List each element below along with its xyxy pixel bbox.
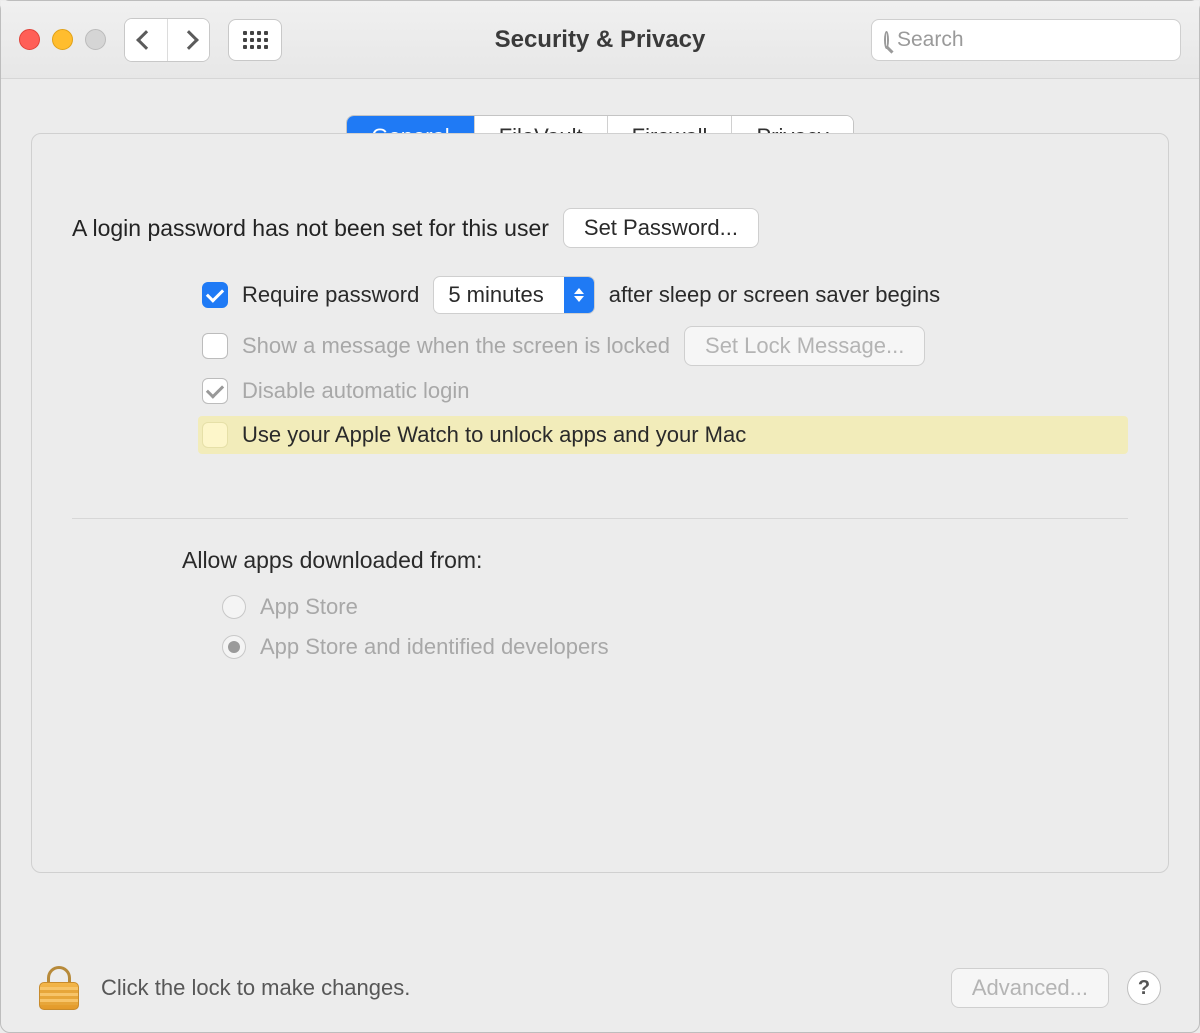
require-password-delay-value: 5 minutes bbox=[434, 282, 563, 308]
show-lock-message-checkbox bbox=[202, 333, 228, 359]
apple-watch-unlock-row: Use your Apple Watch to unlock apps and … bbox=[198, 416, 1128, 454]
require-password-label: Require password bbox=[242, 282, 419, 308]
chevron-right-icon bbox=[179, 30, 199, 50]
forward-button[interactable] bbox=[167, 19, 209, 61]
require-password-delay-select[interactable]: 5 minutes bbox=[433, 276, 594, 314]
chevron-left-icon bbox=[136, 30, 156, 50]
search-input[interactable] bbox=[897, 28, 1168, 52]
disable-auto-login-checkbox bbox=[202, 378, 228, 404]
lock-button[interactable] bbox=[39, 966, 79, 1010]
allow-apps-title: Allow apps downloaded from: bbox=[182, 547, 1128, 574]
help-button[interactable]: ? bbox=[1127, 971, 1161, 1005]
minimize-window-button[interactable] bbox=[52, 29, 73, 50]
nav-buttons bbox=[124, 18, 210, 62]
require-password-suffix: after sleep or screen saver begins bbox=[609, 282, 940, 308]
radio-identified bbox=[222, 635, 246, 659]
allow-apps-radio-group: App Store App Store and identified devel… bbox=[222, 594, 1128, 660]
select-stepper-icon bbox=[564, 277, 594, 313]
advanced-button[interactable]: Advanced... bbox=[951, 968, 1109, 1008]
show-lock-message-label: Show a message when the screen is locked bbox=[242, 333, 670, 359]
apps-grid-icon bbox=[243, 31, 268, 49]
show-lock-message-row: Show a message when the screen is locked… bbox=[202, 326, 1128, 366]
toolbar-search[interactable] bbox=[871, 19, 1181, 61]
allow-apps-option-appstore: App Store bbox=[222, 594, 1128, 620]
apple-watch-unlock-label: Use your Apple Watch to unlock apps and … bbox=[242, 422, 746, 448]
back-button[interactable] bbox=[125, 19, 167, 61]
zoom-window-button bbox=[85, 29, 106, 50]
general-pane: A login password has not been set for th… bbox=[31, 133, 1169, 873]
section-divider bbox=[72, 518, 1128, 519]
apple-watch-unlock-checkbox[interactable] bbox=[202, 422, 228, 448]
allow-apps-option-identified: App Store and identified developers bbox=[222, 634, 1128, 660]
radio-appstore bbox=[222, 595, 246, 619]
login-password-msg: A login password has not been set for th… bbox=[72, 215, 549, 242]
disable-auto-login-label: Disable automatic login bbox=[242, 378, 469, 404]
footer: Click the lock to make changes. Advanced… bbox=[39, 966, 1161, 1010]
login-password-row: A login password has not been set for th… bbox=[72, 208, 1128, 248]
require-password-checkbox[interactable] bbox=[202, 282, 228, 308]
set-password-button[interactable]: Set Password... bbox=[563, 208, 759, 248]
set-lock-message-button: Set Lock Message... bbox=[684, 326, 925, 366]
close-window-button[interactable] bbox=[19, 29, 40, 50]
disable-auto-login-row: Disable automatic login bbox=[202, 378, 1128, 404]
lock-hint-text: Click the lock to make changes. bbox=[101, 975, 410, 1001]
radio-identified-label: App Store and identified developers bbox=[260, 634, 609, 660]
preferences-window: Security & Privacy General FileVault Fir… bbox=[0, 0, 1200, 1033]
radio-appstore-label: App Store bbox=[260, 594, 358, 620]
window-controls bbox=[19, 29, 106, 50]
titlebar: Security & Privacy bbox=[1, 1, 1199, 79]
require-password-row: Require password 5 minutes after sleep o… bbox=[202, 276, 1128, 314]
search-icon bbox=[884, 31, 889, 49]
show-all-prefs-button[interactable] bbox=[228, 19, 282, 61]
